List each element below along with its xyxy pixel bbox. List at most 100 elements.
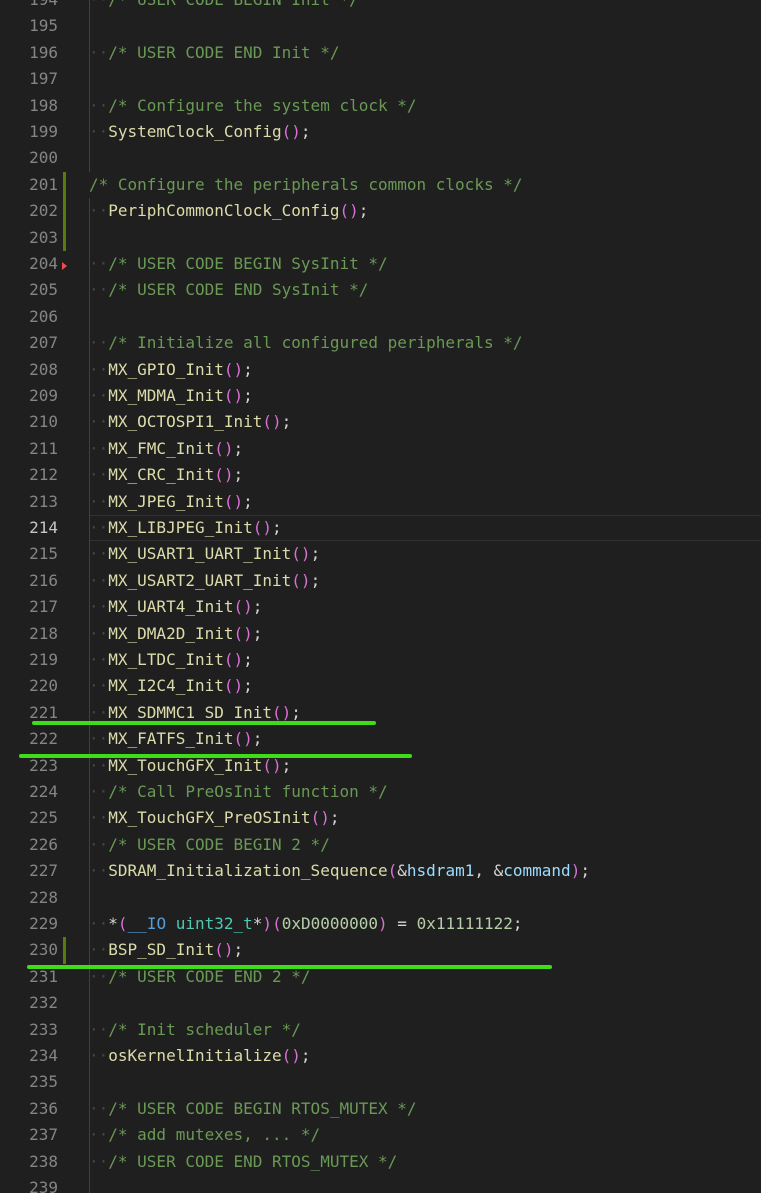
code-text[interactable]: ··MX_UART4_Init();: [89, 594, 262, 620]
code-text[interactable]: ··MX_LIBJPEG_Init();: [89, 515, 282, 541]
code-text[interactable]: ··/* Init scheduler */: [89, 1017, 301, 1043]
code-text[interactable]: ··PeriphCommonClock_Config();: [89, 198, 368, 224]
code-line[interactable]: 200: [0, 145, 761, 172]
code-line[interactable]: 235: [0, 1069, 761, 1096]
code-text[interactable]: ··MX_OCTOSPI1_Init();: [89, 409, 291, 435]
code-token-func: SystemClock_Config: [108, 122, 282, 141]
code-text[interactable]: ··MX_USART2_UART_Init();: [89, 568, 320, 594]
code-text[interactable]: ··MX_FATFS_Init();: [89, 726, 262, 752]
code-line[interactable]: 222 ··MX_FATFS_Init();: [0, 726, 761, 753]
code-line[interactable]: 215 ··MX_USART1_UART_Init();: [0, 541, 761, 568]
line-number: 209: [29, 386, 58, 405]
code-line[interactable]: 201 /* Configure the peripherals common c…: [0, 171, 761, 199]
code-text[interactable]: ··MX_LTDC_Init();: [89, 647, 253, 673]
code-token-pun: *: [252, 914, 263, 933]
code-text[interactable]: ··/* USER CODE BEGIN RTOS_MUTEX */: [89, 1096, 417, 1122]
code-text[interactable]: ··/* Initialize all configured periphera…: [89, 330, 522, 356]
code-line[interactable]: 196 ··/* USER CODE END Init */: [0, 39, 761, 67]
code-text[interactable]: ··MX_TouchGFX_PreOSInit();: [89, 805, 339, 831]
line-number: 199: [29, 122, 58, 141]
code-line[interactable]: 209 ··MX_MDMA_Init();: [0, 383, 761, 410]
code-token-paren: (): [214, 438, 234, 458]
code-text[interactable]: ··/* USER CODE END RTOS_MUTEX */: [89, 1149, 397, 1175]
code-token-type: uint32_t: [175, 914, 253, 933]
code-line[interactable]: 219 ··MX_LTDC_Init();: [0, 647, 761, 674]
code-line[interactable]: 207 ··/* Initialize all configured periph…: [0, 330, 761, 357]
git-modified-indicator[interactable]: [63, 198, 66, 225]
code-token-comment: /* USER CODE END RTOS_MUTEX */: [108, 1151, 398, 1171]
code-line[interactable]: 195: [0, 13, 761, 40]
whitespace-marker: ··: [89, 201, 109, 221]
code-line[interactable]: 234 ··osKernelInitialize();: [0, 1043, 761, 1070]
git-deleted-marker-icon[interactable]: [62, 262, 67, 270]
code-line[interactable]: 218 ··MX_DMA2D_Init();: [0, 620, 761, 647]
code-line[interactable]: 208 ··MX_GPIO_Init();: [0, 356, 761, 383]
code-line[interactable]: 205 ··/* USER CODE END SysInit */: [0, 277, 761, 304]
code-token-paren: (: [117, 914, 128, 933]
code-line[interactable]: 230 ··BSP_SD_Init();: [0, 937, 761, 964]
git-modified-indicator[interactable]: [63, 171, 66, 199]
code-line[interactable]: 217 ··MX_UART4_Init();: [0, 594, 761, 621]
code-editor[interactable]: 194··/* USER CODE BEGIN Init */195196··/…: [0, 0, 761, 1193]
git-modified-indicator[interactable]: [63, 224, 66, 251]
code-text[interactable]: ··MX_FMC_Init();: [89, 436, 243, 462]
code-line[interactable]: 229 ··*(__IO uint32_t*)(0xD0000000) = 0x1…: [0, 911, 761, 938]
code-line[interactable]: 194 ··/* USER CODE BEGIN Init */: [0, 0, 761, 14]
code-text[interactable]: ··MX_DMA2D_Init();: [89, 621, 262, 647]
code-text[interactable]: ··osKernelInitialize();: [89, 1043, 311, 1069]
code-line[interactable]: 212 ··MX_CRC_Init();: [0, 462, 761, 489]
code-text[interactable]: ··/* USER CODE END SysInit */: [89, 277, 368, 303]
code-line[interactable]: 226 ··/* USER CODE BEGIN 2 */: [0, 831, 761, 859]
whitespace-marker: ··: [89, 544, 109, 564]
code-token-paren: ): [570, 861, 581, 881]
code-text[interactable]: ··MX_JPEG_Init();: [89, 489, 253, 515]
code-text[interactable]: ··SystemClock_Config();: [89, 119, 311, 145]
code-token-func: SDRAM_Initialization_Sequence: [108, 861, 388, 881]
code-line[interactable]: 220 ··MX_I2C4_Init();: [0, 673, 761, 700]
code-line[interactable]: 224 ··/* Call PreOsInit function */: [0, 779, 761, 806]
git-modified-indicator[interactable]: [63, 937, 66, 964]
code-text[interactable]: ··MX_MDMA_Init();: [89, 383, 253, 409]
code-line[interactable]: 202 ··PeriphCommonClock_Config();: [0, 198, 761, 225]
code-line[interactable]: 227 ··SDRAM_Initialization_Sequence(&hsdr…: [0, 858, 761, 885]
code-text[interactable]: ··/* USER CODE BEGIN SysInit */: [89, 251, 388, 277]
code-text[interactable]: ··/* Configure the system clock */: [89, 93, 417, 119]
code-text[interactable]: ··/* add mutexes, ... */: [89, 1122, 320, 1148]
code-text[interactable]: /* Configure the peripherals common cloc…: [89, 172, 522, 198]
code-line[interactable]: 216 ··MX_USART2_UART_Init();: [0, 567, 761, 595]
code-line[interactable]: 236 ··/* USER CODE BEGIN RTOS_MUTEX */: [0, 1095, 761, 1123]
code-token-paren: (): [223, 650, 244, 669]
code-text[interactable]: ··MX_USART1_UART_Init();: [89, 541, 320, 567]
code-text[interactable]: ··SDRAM_Initialization_Sequence(&hsdram1…: [89, 858, 590, 884]
code-line[interactable]: 210 ··MX_OCTOSPI1_Init();: [0, 409, 761, 436]
code-text[interactable]: ··*(__IO uint32_t*)(0xD0000000) = 0x1111…: [89, 911, 523, 937]
code-text[interactable]: ··/* USER CODE END Init */: [89, 40, 339, 66]
code-text[interactable]: ··/* USER CODE BEGIN Init */: [89, 0, 359, 13]
code-line[interactable]: 237 ··/* add mutexes, ... */: [0, 1122, 761, 1149]
code-line[interactable]: 203: [0, 224, 761, 251]
code-line[interactable]: 198 ··/* Configure the system clock */: [0, 92, 761, 119]
code-text[interactable]: ··MX_GPIO_Init();: [89, 357, 253, 383]
code-line[interactable]: 233 ··/* Init scheduler */: [0, 1016, 761, 1043]
code-line[interactable]: 206: [0, 303, 761, 331]
code-line[interactable]: 204 ··/* USER CODE BEGIN SysInit */: [0, 251, 761, 278]
code-line[interactable]: 214 ··MX_LIBJPEG_Init();: [0, 515, 761, 542]
line-number: 227: [29, 861, 58, 881]
indent-guide: [89, 303, 90, 331]
code-text[interactable]: ··MX_CRC_Init();: [89, 462, 243, 488]
code-line[interactable]: 213 ··MX_JPEG_Init();: [0, 488, 761, 515]
code-text[interactable]: ··/* Call PreOsInit function */: [89, 779, 388, 805]
code-line[interactable]: 238 ··/* USER CODE END RTOS_MUTEX */: [0, 1148, 761, 1175]
whitespace-marker: ··: [89, 597, 109, 617]
code-line[interactable]: 225 ··MX_TouchGFX_PreOSInit();: [0, 805, 761, 832]
code-text[interactable]: ··BSP_SD_Init();: [89, 937, 243, 963]
code-line[interactable]: 239: [0, 1175, 761, 1193]
code-line[interactable]: 232: [0, 990, 761, 1017]
code-text[interactable]: ··MX_I2C4_Init();: [89, 673, 253, 699]
code-line[interactable]: 211 ··MX_FMC_Init();: [0, 435, 761, 463]
code-text[interactable]: ··/* USER CODE BEGIN 2 */: [89, 832, 330, 858]
line-number: 239: [29, 1178, 58, 1193]
code-line[interactable]: 199 ··SystemClock_Config();: [0, 119, 761, 146]
code-line[interactable]: 228: [0, 884, 761, 911]
code-line[interactable]: 197: [0, 66, 761, 93]
